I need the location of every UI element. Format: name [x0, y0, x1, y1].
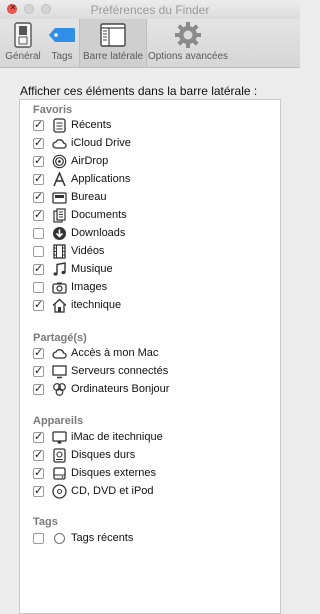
- monitor-icon: [52, 365, 67, 379]
- item-label: AirDrop: [71, 155, 109, 167]
- music-icon: [53, 262, 66, 276]
- checkbox[interactable]: [33, 246, 44, 257]
- list-item-applications[interactable]: Applications: [33, 171, 273, 189]
- tab-general[interactable]: Général: [0, 19, 46, 67]
- desktop-icon: [52, 192, 67, 204]
- list-item-disques-durs[interactable]: Disques durs: [33, 447, 273, 465]
- tab-sidebar[interactable]: Barre latérale: [79, 19, 147, 67]
- item-label: Tags récents: [71, 532, 134, 544]
- downloads-icon: [53, 227, 66, 240]
- checkbox[interactable]: [33, 382, 44, 396]
- checkbox[interactable]: [33, 346, 44, 360]
- tab-advanced-label: Options avancées: [147, 51, 229, 62]
- tag-circle-icon: [53, 532, 66, 545]
- item-label: Applications: [71, 173, 131, 185]
- list-item-images[interactable]: Images: [33, 279, 273, 297]
- list-item-documents[interactable]: Documents: [33, 207, 273, 225]
- list-item-musique[interactable]: Musique: [33, 261, 273, 279]
- list-item-bureau[interactable]: Bureau: [33, 189, 273, 207]
- bonjour-icon: [53, 383, 66, 396]
- camera-icon: [52, 282, 67, 294]
- checkbox[interactable]: [33, 448, 44, 462]
- switch-icon: [14, 22, 32, 48]
- list-item-serveurs[interactable]: Serveurs connectés: [33, 363, 273, 381]
- item-label: Accès à mon Mac: [71, 347, 159, 359]
- item-label: Ordinateurs Bonjour: [71, 383, 170, 395]
- tag-icon: [49, 28, 75, 42]
- item-label: Documents: [71, 209, 127, 221]
- list-item-icloud-drive[interactable]: iCloud Drive: [33, 135, 273, 153]
- checkbox[interactable]: [33, 533, 44, 544]
- item-label: Bureau: [71, 191, 107, 203]
- list-item-recents[interactable]: Récents: [33, 117, 273, 135]
- optical-disc-icon: [52, 484, 67, 499]
- cloud-icon: [52, 349, 67, 359]
- harddisk-icon: [53, 448, 66, 463]
- item-label: iCloud Drive: [71, 137, 131, 149]
- list-item-tags-recents[interactable]: Tags récents: [33, 530, 273, 548]
- checkbox[interactable]: [33, 262, 44, 276]
- tab-tags-label: Tags: [51, 51, 73, 62]
- item-label: iMac de itechnique: [71, 431, 163, 443]
- list-item-videos[interactable]: Vidéos: [33, 243, 273, 261]
- section-title-appareils: Appareils: [33, 415, 84, 427]
- finder-preferences-window: Préférences du Finder Général Tags: [0, 0, 300, 614]
- applications-icon: [53, 172, 66, 187]
- list-item-airdrop[interactable]: AirDrop: [33, 153, 273, 171]
- item-label: Musique: [71, 263, 113, 275]
- title-bar: Préférences du Finder: [0, 0, 300, 19]
- checkbox[interactable]: [33, 228, 44, 239]
- checkbox[interactable]: [33, 190, 44, 204]
- list-item-downloads[interactable]: Downloads: [33, 225, 273, 243]
- tab-advanced[interactable]: Options avancées: [146, 19, 230, 67]
- section-title-favoris: Favoris: [33, 104, 73, 116]
- checkbox[interactable]: [33, 298, 44, 312]
- checkbox[interactable]: [33, 154, 44, 168]
- section-title-tags: Tags: [33, 516, 58, 528]
- tab-sidebar-label: Barre latérale: [82, 51, 144, 62]
- item-label: CD, DVD et iPod: [71, 485, 154, 497]
- checkbox[interactable]: [33, 364, 44, 378]
- checkbox[interactable]: [33, 118, 44, 132]
- list-item-acces-mac[interactable]: Accès à mon Mac: [33, 345, 273, 363]
- window-title: Préférences du Finder: [90, 3, 210, 17]
- item-label: Disques durs: [71, 449, 136, 461]
- item-label: Vidéos: [71, 245, 105, 257]
- toolbar: Général Tags Barre latérale Options avan…: [0, 19, 300, 68]
- sidebar-icon: [100, 23, 126, 47]
- list-item-disques-externes[interactable]: Disques externes: [33, 465, 273, 483]
- item-label: Récents: [71, 119, 112, 131]
- sidebar-items-panel: Favoris Récents iCloud Drive: [19, 99, 281, 614]
- content-area: Afficher ces éléments dans la barre laté…: [0, 68, 300, 614]
- gear-icon: [175, 22, 201, 48]
- airdrop-icon: [52, 154, 67, 169]
- home-icon: [52, 298, 67, 313]
- recents-icon: [53, 118, 66, 133]
- list-item-itechnique[interactable]: itechnique: [33, 297, 273, 315]
- checkbox[interactable]: [33, 282, 44, 293]
- imac-icon: [52, 431, 67, 444]
- list-item-cd-dvd-ipod[interactable]: CD, DVD et iPod: [33, 483, 273, 501]
- item-label: Serveurs connectés: [71, 365, 169, 377]
- documents-icon: [53, 208, 66, 223]
- list-item-imac[interactable]: iMac de itechnique: [33, 429, 273, 447]
- external-disk-icon: [53, 467, 66, 480]
- checkbox[interactable]: [33, 136, 44, 150]
- item-label: Disques externes: [71, 467, 156, 479]
- checkbox[interactable]: [33, 466, 44, 480]
- checkbox[interactable]: [33, 208, 44, 222]
- checkbox[interactable]: [33, 172, 44, 186]
- checkbox[interactable]: [33, 484, 44, 498]
- tab-general-label: Général: [5, 51, 41, 62]
- panel-heading: Afficher ces éléments dans la barre laté…: [20, 84, 258, 98]
- item-label: Downloads: [71, 227, 126, 239]
- item-label: Images: [71, 281, 108, 293]
- film-icon: [53, 244, 66, 259]
- section-title-partages: Partagé(s): [33, 332, 87, 344]
- cloud-icon: [52, 139, 67, 149]
- checkbox[interactable]: [33, 430, 44, 444]
- list-item-bonjour[interactable]: Ordinateurs Bonjour: [33, 381, 273, 399]
- item-label: itechnique: [71, 299, 122, 311]
- tab-tags[interactable]: Tags: [46, 19, 78, 67]
